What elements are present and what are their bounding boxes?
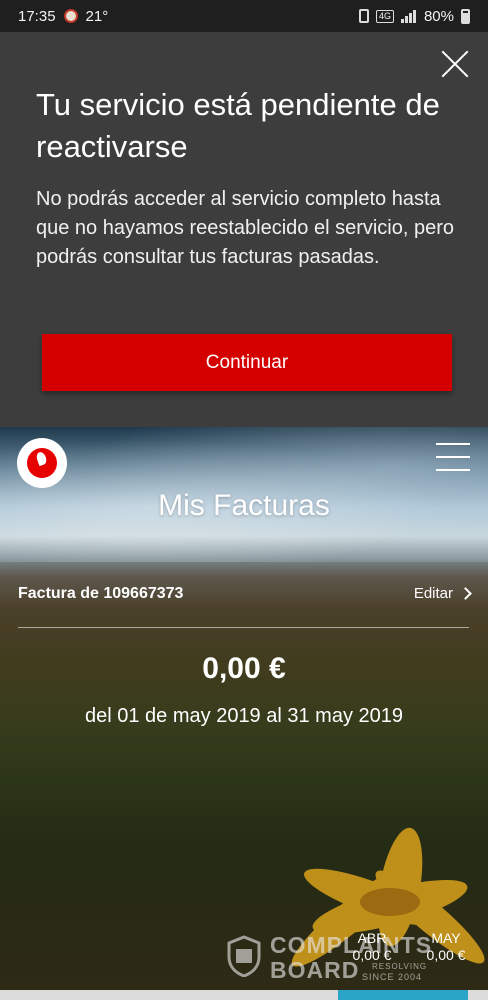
status-temperature: 21°	[85, 7, 109, 25]
logo-icon	[27, 448, 57, 478]
modal-body: No podrás acceder al servicio completo h…	[36, 188, 455, 268]
edit-label: Editar	[413, 585, 453, 602]
watermark-since: SINCE 2004	[362, 972, 423, 982]
status-time: 17:35	[18, 7, 56, 25]
month-label: ABR	[357, 930, 387, 946]
month-tab-abr[interactable]: ABR 0,00 €	[350, 930, 394, 964]
lte-icon: 4G	[375, 9, 394, 23]
close-icon[interactable]	[440, 48, 470, 78]
reactivation-modal: Tu servicio está pendiente de reactivars…	[0, 32, 488, 427]
bills-page: Mis Facturas Factura de 109667373 Editar…	[0, 427, 488, 1000]
battery-icon	[461, 8, 470, 24]
bill-label: Factura de 109667373	[18, 585, 184, 602]
month-tab-may[interactable]: MAY 0,00 €	[424, 930, 468, 964]
month-label: MAY	[431, 930, 461, 946]
menu-icon[interactable]	[436, 443, 470, 471]
month-value: 0,00 €	[352, 947, 392, 963]
continue-button[interactable]: Continuar	[42, 334, 452, 391]
bottom-bar	[0, 990, 488, 1000]
watermark: COMPLAINTS BOARD RESOLVING SINCE 2004	[226, 932, 456, 983]
divider	[18, 627, 469, 628]
status-battery-percent: 80%	[423, 7, 454, 25]
vibrate-icon	[358, 9, 369, 23]
bill-period: del 01 de may 2019 al 31 may 2019	[85, 705, 403, 727]
selected-month-indicator	[338, 990, 468, 1000]
weather-icon	[63, 9, 78, 23]
watermark-line2: BOARD	[270, 957, 360, 983]
edit-link[interactable]: Editar	[413, 585, 472, 602]
status-bar: 17:35 21° 4G 80%	[0, 0, 488, 32]
modal-title: Tu servicio está pendiente de reactivars…	[36, 87, 440, 164]
chevron-right-icon	[459, 587, 472, 600]
bill-amount: 0,00 €	[202, 652, 286, 685]
signal-icon	[400, 9, 417, 23]
shield-icon	[227, 935, 261, 977]
month-value: 0,00 €	[426, 947, 466, 963]
vodafone-logo[interactable]	[17, 438, 67, 488]
page-title: Mis Facturas	[158, 489, 330, 522]
